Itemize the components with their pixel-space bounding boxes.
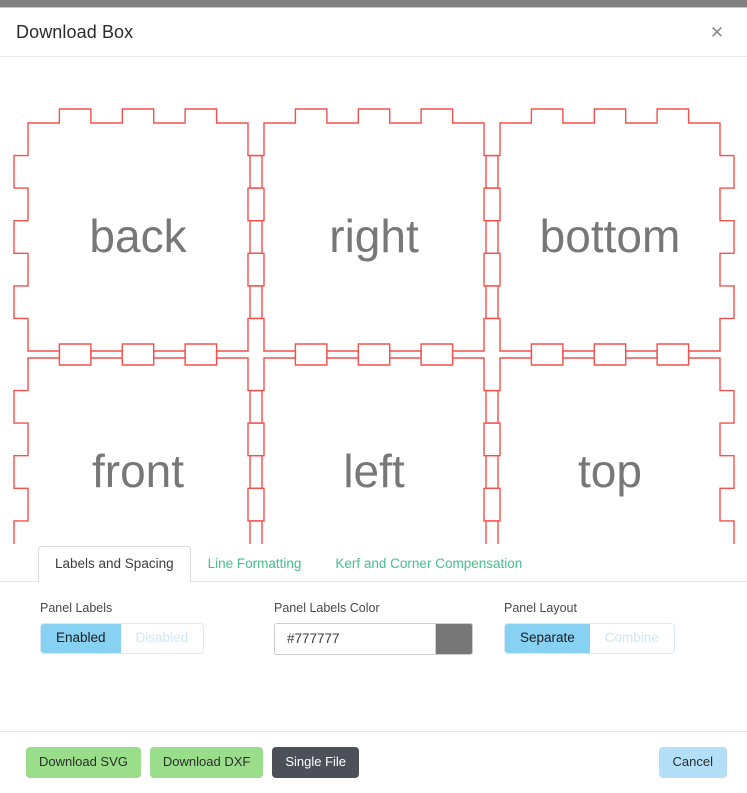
- footer-actions-right: Cancel: [658, 747, 727, 778]
- options-panel: Panel Labels Enabled Disabled Panel Labe…: [0, 582, 747, 731]
- panel-labels-color-group: Panel Labels Color: [274, 601, 504, 655]
- panel-labels-color-label: Panel Labels Color: [274, 601, 380, 615]
- panel-preview-area[interactable]: back right bottom front left top: [0, 57, 747, 544]
- tab-line-formatting[interactable]: Line Formatting: [191, 546, 319, 582]
- panel-label-left: left: [343, 445, 405, 497]
- panel-labels-disabled-button[interactable]: Disabled: [120, 623, 204, 653]
- panel-label-front: front: [92, 445, 184, 497]
- footer-actions-left: Download SVG Download DXF Single File: [26, 747, 360, 778]
- dialog-title: Download Box: [16, 21, 134, 42]
- panel-layout-separate-button[interactable]: Separate: [505, 623, 590, 653]
- window-chrome-strip: [0, 0, 747, 8]
- panel-label-bottom: bottom: [540, 210, 681, 262]
- settings-tabs: Labels and Spacing Line Formatting Kerf …: [0, 544, 747, 582]
- panel-label-back: back: [89, 210, 187, 262]
- tab-kerf-and-corner-compensation[interactable]: Kerf and Corner Compensation: [318, 546, 539, 582]
- panel-labels-group: Panel Labels Enabled Disabled: [40, 601, 274, 654]
- close-icon[interactable]: ✕: [705, 20, 729, 44]
- download-dxf-button[interactable]: Download DXF: [149, 747, 264, 778]
- panel-labels-color-input[interactable]: [274, 622, 435, 655]
- panel-labels-color-swatch[interactable]: [435, 622, 473, 655]
- tab-labels-and-spacing[interactable]: Labels and Spacing: [38, 546, 191, 582]
- download-svg-button[interactable]: Download SVG: [26, 747, 141, 778]
- single-file-button[interactable]: Single File: [272, 747, 360, 778]
- panel-layout-combine-button[interactable]: Combine: [589, 623, 674, 653]
- panel-labels-enabled-button[interactable]: Enabled: [41, 623, 121, 653]
- panel-label-top: top: [578, 445, 642, 497]
- panel-labels-color-field: [274, 622, 473, 655]
- panel-layout-group: Panel Layout Separate Combine: [504, 601, 704, 654]
- download-box-dialog: Download Box ✕ back right bottom front left t…: [0, 0, 747, 793]
- cancel-button[interactable]: Cancel: [658, 747, 727, 778]
- dialog-header: Download Box ✕: [0, 8, 747, 57]
- panel-labels-toggle: Enabled Disabled: [40, 622, 205, 654]
- panel-outline-left: [249, 343, 499, 544]
- panel-preview-svg: back right bottom front left top: [13, 108, 735, 544]
- panel-outline-top: [485, 343, 735, 544]
- panel-layout-toggle: Separate Combine: [504, 622, 675, 654]
- panel-labels-label: Panel Labels: [40, 601, 113, 615]
- panel-layout-label: Panel Layout: [504, 601, 577, 615]
- dialog-footer: Download SVG Download DXF Single File Ca…: [0, 731, 747, 793]
- panel-labels: back right bottom front left top: [89, 210, 680, 497]
- panel-label-right: right: [329, 210, 419, 262]
- panel-outline-front: [13, 343, 263, 544]
